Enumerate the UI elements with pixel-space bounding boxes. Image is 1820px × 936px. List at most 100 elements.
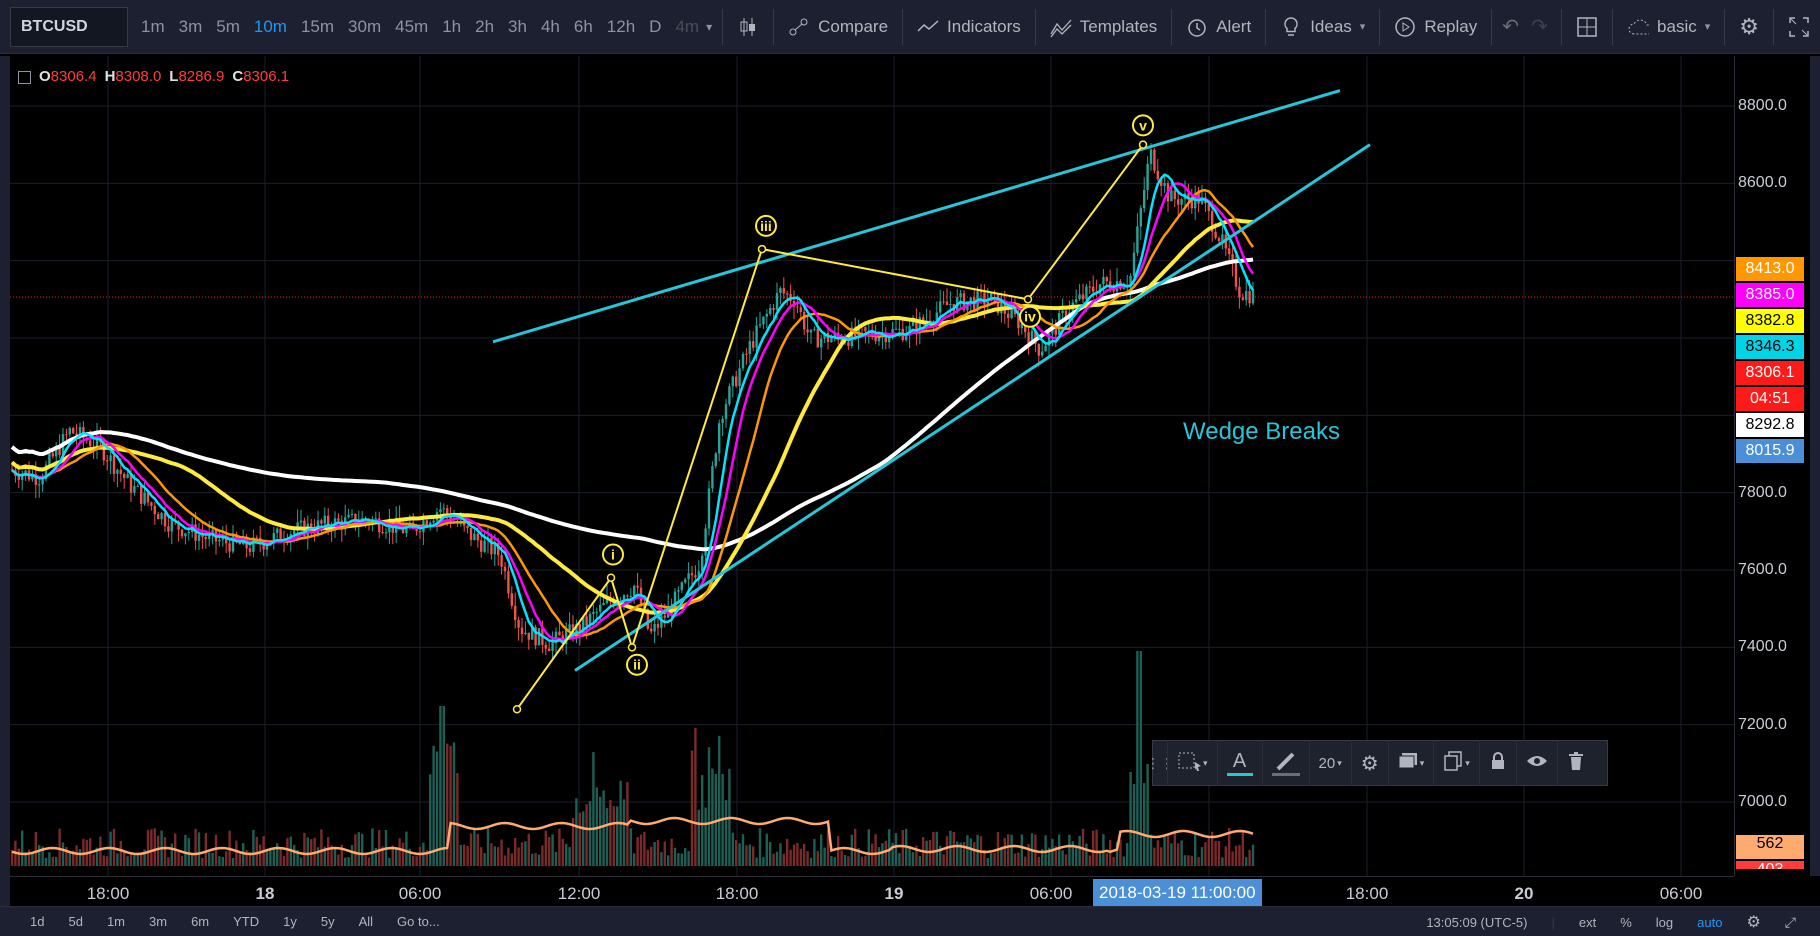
range-goto[interactable]: Go to... [385,914,452,929]
range-1d[interactable]: 1d [18,914,56,929]
percent-scale-toggle[interactable]: % [1610,915,1642,930]
wave-point [627,643,637,652]
drag-handle-icon[interactable]: ⋮⋮ [1146,740,1174,786]
template-button[interactable]: ▾ [1387,740,1434,786]
symbol-search[interactable]: BTCUSD [10,6,128,47]
indicators-button[interactable]: Indicators [907,0,1031,54]
interval-3h[interactable]: 3h [501,17,534,37]
line-color-button[interactable] [1261,740,1309,786]
volume-bar [259,844,262,866]
candle-body [1092,286,1095,292]
compare-button[interactable]: Compare [778,0,898,54]
legend-collapse-icon[interactable] [18,71,31,84]
font-size-button[interactable]: 20 ▾ [1308,740,1351,786]
alert-button[interactable]: Alert [1176,0,1261,54]
auto-scale-toggle[interactable]: auto [1687,915,1732,930]
text-color-button[interactable]: A [1216,740,1262,786]
crosshair-time-label: 2018-03-19 11:00:00 [1093,879,1262,906]
interval-15m[interactable]: 15m [294,17,341,37]
volume-bar [673,847,677,866]
wedge-breaks-annotation[interactable]: Wedge Breaks [1183,418,1340,446]
candle-body [633,585,636,596]
range-5y[interactable]: 5y [309,914,347,929]
volume-bar [1149,834,1153,866]
volume-bar [1092,830,1095,866]
interval-30m[interactable]: 30m [341,17,388,37]
cloud-icon [1627,16,1650,38]
fullscreen-button[interactable] [1778,0,1820,54]
replay-icon [1394,16,1416,38]
candle-body [714,453,717,467]
interval-45m[interactable]: 45m [388,17,435,37]
interval-1m[interactable]: 1m [134,17,172,37]
time-tick-label: 19 [884,884,904,903]
candle-body [153,505,156,515]
settings-button[interactable]: ⚙ [1729,0,1769,54]
volume-bar [163,837,167,866]
volume-bar [854,828,857,866]
candle-body [1170,190,1173,202]
interval-D[interactable]: D [642,17,668,37]
undo-button[interactable]: ↶ [1496,0,1525,54]
divider [773,8,775,45]
range-6m[interactable]: 6m [179,914,221,929]
range-ytd[interactable]: YTD [221,914,271,929]
range-3m[interactable]: 3m [137,914,179,929]
volume-bar [456,773,459,866]
volume-bar [493,846,496,866]
clock-label[interactable]: 13:05:09 (UTC-5) [1416,915,1537,930]
volume-bar [837,836,840,866]
interval-3m[interactable]: 3m [172,17,210,37]
range-1m[interactable]: 1m [95,914,137,929]
layout-grid-button[interactable] [1566,0,1608,54]
replay-button[interactable]: Replay [1384,0,1487,54]
volume-bar [1051,838,1054,866]
interval-5m[interactable]: 5m [209,17,247,37]
interval-1h[interactable]: 1h [435,17,468,37]
volume-bar [61,842,65,866]
range-5d[interactable]: 5d [56,914,94,929]
interval-12h[interactable]: 12h [600,17,642,37]
volume-bar [731,832,734,866]
candle-body [772,307,775,311]
candle-body [473,533,476,541]
clone-button[interactable]: ▾ [1433,740,1479,786]
interval-10m[interactable]: 10m [247,17,294,37]
volume-bar [412,856,415,866]
chevron-down-icon[interactable]: ▾ [706,20,712,34]
layout-save-button[interactable]: basic ▾ [1617,0,1720,54]
candle-body [157,514,160,520]
text-color-icon: A [1226,751,1253,776]
interval-6h[interactable]: 6h [567,17,600,37]
date-range-list: 1d 5d 1m 3m 6m YTD 1y 5y All Go to... [18,914,452,929]
volume-bar [738,843,741,866]
range-all[interactable]: All [347,914,385,929]
chart-type-button[interactable] [727,0,769,54]
volume-bar [762,857,765,866]
gear-icon[interactable]: ⚙ [1736,912,1770,932]
drawing-settings-button[interactable]: ⚙ [1350,740,1388,786]
candle-body [745,353,748,355]
select-area-button[interactable]: ▾ [1167,740,1217,786]
volume-bar [337,854,340,866]
lock-button[interactable] [1478,740,1516,786]
candle-body [197,534,201,541]
candle-body [89,440,92,447]
volume-bar [442,706,445,866]
interval-2h[interactable]: 2h [468,17,501,37]
range-1y[interactable]: 1y [271,914,309,929]
redo-button[interactable]: ↷ [1525,0,1554,54]
maximize-icon[interactable]: ⤢ [1775,914,1806,931]
delete-button[interactable] [1556,740,1594,786]
volume-bar [531,853,534,866]
volume-bar [684,848,687,866]
volume-bar [1037,856,1040,866]
candle-body [231,534,235,552]
visibility-button[interactable] [1515,740,1557,786]
interval-4h[interactable]: 4h [534,17,567,37]
extended-hours-toggle[interactable]: ext [1569,915,1606,930]
log-scale-toggle[interactable]: log [1646,915,1683,930]
volume-bar [68,851,71,866]
ideas-button[interactable]: Ideas ▾ [1270,0,1375,54]
templates-button[interactable]: Templates [1040,0,1167,54]
